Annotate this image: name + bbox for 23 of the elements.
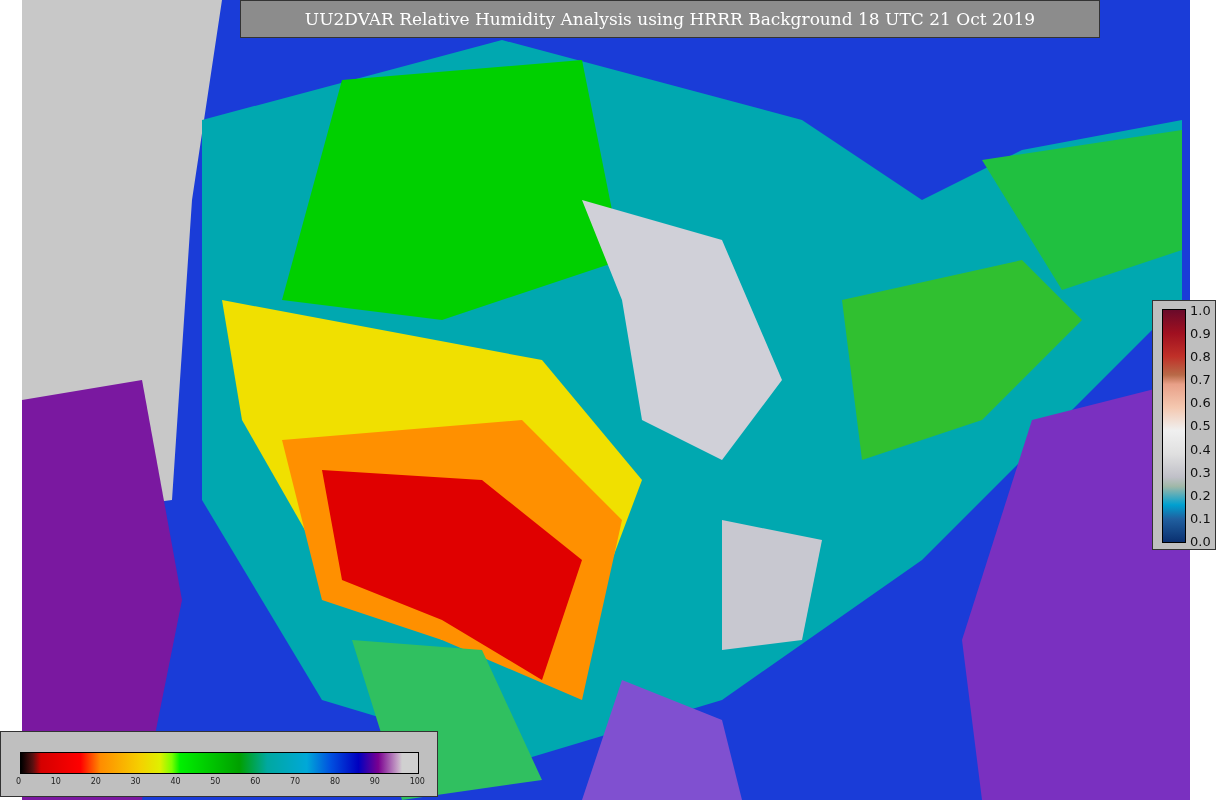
tick-label: 100 (409, 777, 425, 786)
tick-label: 1.0 (1190, 303, 1211, 318)
tick-label: 0.0 (1190, 533, 1211, 549)
chart-title: UU2DVAR Relative Humidity Analysis using HRRR Background 18 UTC 21 Oct 2019 (240, 0, 1100, 38)
tick-label: 50 (210, 777, 221, 786)
tick-label: 0.1 (1190, 510, 1211, 526)
tick-label: 10 (50, 777, 61, 786)
tick-label: 0.6 (1190, 395, 1211, 411)
tick-label: 0.3 (1190, 464, 1211, 480)
tick-label: 0.5 (1190, 418, 1211, 434)
tick-label: 20 (90, 777, 101, 786)
tick-label: 0.7 (1190, 372, 1211, 388)
tick-label: 70 (290, 777, 301, 786)
tick-label: 0.8 (1190, 349, 1211, 365)
tick-label: 80 (329, 777, 341, 786)
tick-label: 90 (369, 777, 380, 786)
tick-label: 0.4 (1190, 441, 1211, 457)
tick-label: 0 (16, 777, 22, 786)
tick-label: 30 (130, 777, 141, 786)
tick-label: 0.2 (1190, 487, 1211, 503)
tick-label: 60 (250, 777, 261, 786)
tick-label: 40 (170, 777, 181, 786)
tick-label: 0.9 (1190, 326, 1211, 342)
